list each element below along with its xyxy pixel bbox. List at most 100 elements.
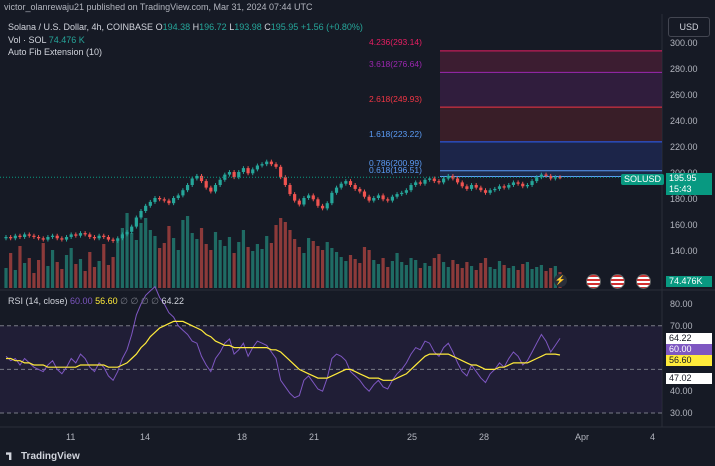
candle-body [13, 235, 17, 239]
volume-bar [525, 262, 530, 288]
fib-zone [440, 107, 662, 142]
volume-bar [269, 243, 273, 288]
price-tick: 260.00 [670, 90, 698, 100]
volume-bar [176, 250, 180, 288]
flag-us-icon[interactable] [610, 274, 625, 289]
candle-body [185, 185, 190, 191]
volume-value: 74.476 K [48, 35, 85, 45]
volume-bar [190, 233, 194, 288]
candle-body [535, 177, 539, 182]
candle-body [167, 200, 171, 204]
volume-bar [488, 267, 492, 288]
candle-body [274, 164, 278, 167]
fib-label-0618: 0.618(196.51) [369, 165, 422, 175]
volume-bar [288, 230, 292, 288]
candle-body [251, 169, 255, 174]
volume-bar [23, 263, 27, 288]
volume-bar [32, 273, 36, 288]
candle-body [381, 195, 385, 200]
price-tick: 220.00 [670, 142, 698, 152]
candle-body [293, 194, 297, 201]
volume-bar [507, 268, 511, 288]
fib-zone [440, 50, 662, 73]
time-tick: 28 [479, 432, 490, 442]
candle-body [479, 187, 483, 191]
candle-body [423, 179, 427, 184]
volume-bar [446, 267, 450, 288]
symbol-legend[interactable]: Solana / U.S. Dollar, 4h, COINBASE O194.… [8, 22, 363, 32]
candle-body [418, 182, 422, 184]
rsi-tag-64: 64.22 [666, 333, 712, 344]
candle-body [348, 181, 353, 185]
volume-bar [469, 266, 474, 288]
volume-bar [227, 237, 232, 288]
volume-bar [111, 257, 115, 288]
lightning-icon[interactable]: ⚡ [554, 274, 567, 287]
candle-body [209, 187, 213, 192]
volume-bar [162, 243, 166, 288]
time-tick: 11 [66, 432, 76, 442]
candle-body [50, 235, 55, 237]
candle-body [525, 185, 530, 187]
fib-label-3618: 3.618(276.64) [369, 59, 422, 69]
volume-bar [283, 222, 287, 288]
candle-body [27, 234, 31, 236]
rsi-tag-60: 60.00 [666, 344, 712, 355]
change-value: +1.56 (+0.80%) [300, 22, 363, 32]
candle-body [162, 199, 166, 201]
time-tick: 14 [140, 432, 151, 442]
brand-text: TradingView [21, 451, 80, 462]
volume-bar [493, 269, 497, 288]
volume-bar [549, 268, 553, 288]
candle-body [83, 233, 87, 235]
candle-body [74, 234, 78, 236]
volume-bar [358, 263, 362, 288]
currency-button[interactable]: USD [668, 17, 710, 37]
candle-body [36, 237, 41, 239]
volume-legend[interactable]: Vol · SOL 74.476 K [8, 35, 85, 45]
volume-bar [148, 230, 152, 288]
time-tick: 18 [237, 432, 248, 442]
fib-label-2618: 2.618(249.93) [369, 94, 422, 104]
volume-bar [46, 266, 50, 288]
flag-us-icon[interactable] [586, 274, 601, 289]
candle-body [23, 234, 27, 237]
candle-body [465, 186, 469, 189]
candle-body [246, 168, 250, 174]
candle-body [414, 182, 418, 185]
volume-bar [279, 218, 283, 288]
candle-body [437, 181, 441, 183]
candle-body [237, 172, 241, 178]
candle-body [55, 235, 59, 239]
volume-bar [423, 263, 427, 288]
candle-body [353, 185, 357, 189]
volume-bar [144, 218, 148, 288]
volume-bar [497, 261, 502, 288]
chart-canvas[interactable] [0, 0, 715, 466]
volume-bar [483, 258, 488, 288]
volume-bar [409, 258, 413, 288]
rsi-legend[interactable]: RSI (14, close) 60.00 56.60 ∅ ∅ ∅ ∅ 64.2… [8, 296, 184, 307]
candle-body [46, 237, 50, 240]
volume-bar [158, 248, 162, 288]
flag-us-icon[interactable] [636, 274, 651, 289]
volume-tag: 74.476K [666, 276, 712, 287]
candle-body [218, 179, 222, 185]
candle-body [158, 198, 162, 200]
volume-bar [27, 258, 31, 288]
volume-bar [241, 230, 246, 288]
volume-bar [255, 244, 259, 288]
price-tick: 280.00 [670, 64, 698, 74]
rsi-tick: 80.00 [670, 299, 693, 309]
volume-bar [92, 267, 97, 288]
fib-indicator-legend[interactable]: Auto Fib Extension (10) [8, 47, 102, 57]
candle-body [409, 185, 413, 191]
candle-body [120, 234, 124, 239]
volume-bar [390, 261, 395, 288]
rsi-tag-47: 47.02 [666, 373, 712, 384]
volume-bar [316, 246, 320, 288]
volume-bar [302, 253, 306, 288]
volume-bar [511, 266, 516, 288]
candle-body [451, 175, 455, 179]
tradingview-logo[interactable]: TradingView [6, 451, 80, 462]
